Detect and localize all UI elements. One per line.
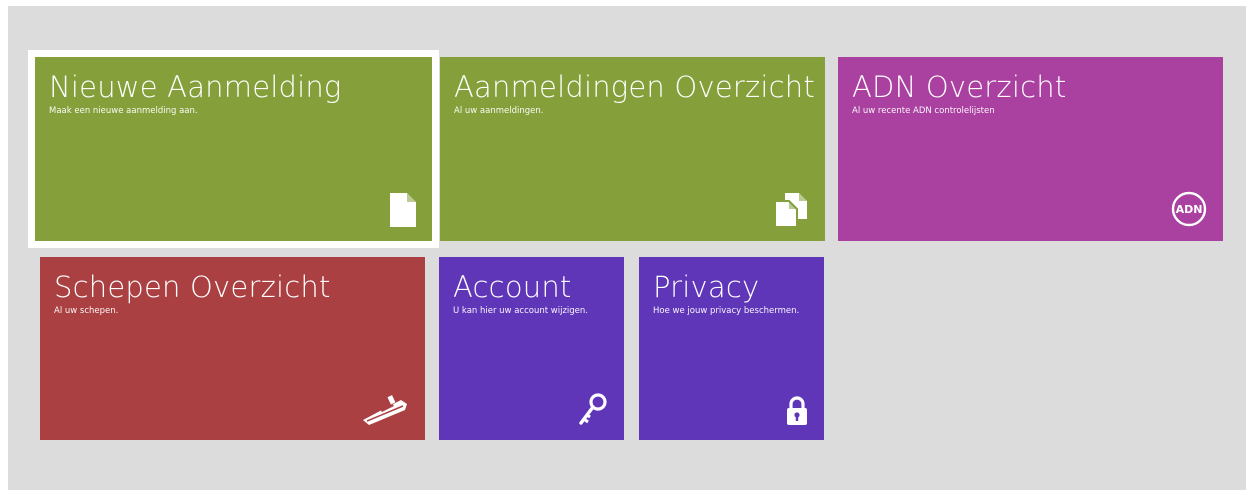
- tile-subtitle: Al uw aanmeldingen.: [454, 106, 544, 116]
- adn-badge-text: ADN: [1176, 203, 1203, 216]
- tile-subtitle: Al uw schepen.: [54, 306, 119, 316]
- tile-account[interactable]: Account U kan hier uw account wijzigen.: [439, 257, 624, 440]
- ship-icon: [363, 395, 407, 425]
- tile-subtitle: U kan hier uw account wijzigen.: [453, 306, 588, 316]
- tile-dashboard: Nieuwe Aanmelding Maak een nieuwe aanmel…: [8, 6, 1246, 490]
- tile-title: ADN Overzicht: [852, 70, 1067, 104]
- tile-title: Privacy: [653, 270, 760, 304]
- tile-title: Schepen Overzicht: [54, 270, 331, 304]
- document-icon: [390, 193, 416, 227]
- tile-privacy[interactable]: Privacy Hoe we jouw privacy beschermen.: [639, 257, 824, 440]
- documents-icon: [775, 193, 807, 227]
- tile-nieuwe-aanmelding[interactable]: Nieuwe Aanmelding Maak een nieuwe aanmel…: [28, 50, 439, 248]
- key-icon: [579, 393, 607, 425]
- tile-aanmeldingen-overzicht[interactable]: Aanmeldingen Overzicht Al uw aanmeldinge…: [440, 57, 825, 241]
- lock-icon: [787, 396, 807, 425]
- tile-subtitle: Al uw recente ADN controlelijsten: [852, 106, 995, 116]
- tile-title: Nieuwe Aanmelding: [49, 70, 342, 104]
- tile-schepen-overzicht[interactable]: Schepen Overzicht Al uw schepen.: [40, 257, 425, 440]
- tile-title: Account: [453, 270, 572, 304]
- tile-adn-overzicht[interactable]: ADN Overzicht Al uw recente ADN controle…: [838, 57, 1223, 241]
- adn-badge-icon: ADN: [1171, 191, 1207, 227]
- tile-title: Aanmeldingen Overzicht: [454, 70, 815, 104]
- tile-subtitle: Maak een nieuwe aanmelding aan.: [49, 106, 198, 116]
- tile-subtitle: Hoe we jouw privacy beschermen.: [653, 306, 800, 316]
